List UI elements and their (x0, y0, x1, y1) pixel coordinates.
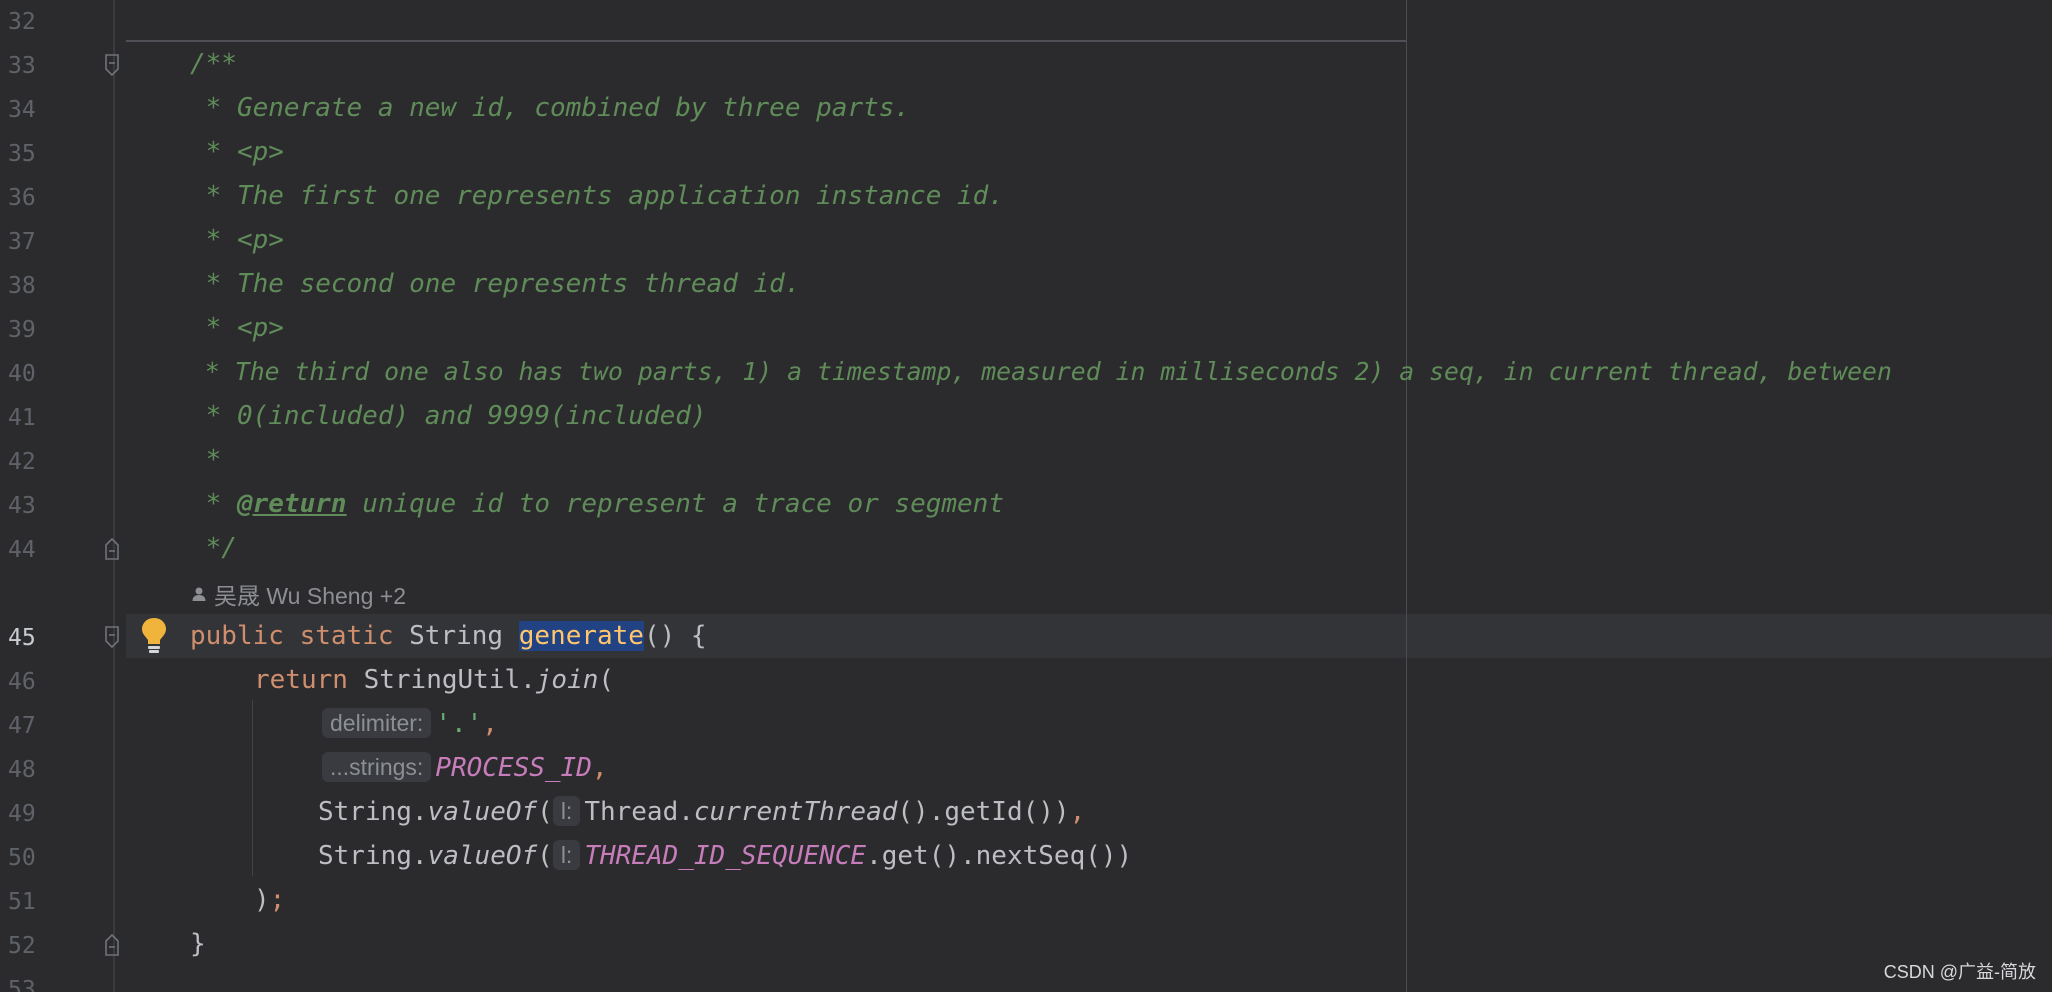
keyword: static (299, 621, 394, 651)
punctuation: ( (537, 797, 553, 827)
watermark: CSDN @广益-简放 (1883, 962, 2036, 982)
code-line: * The second one represents thread id. (190, 269, 801, 299)
code-line: * <p> (190, 313, 284, 343)
line-number: 48 (8, 757, 36, 783)
author-inlay-hint[interactable]: 吴晟 Wu Sheng +2 (192, 578, 406, 610)
line-number: 44 (8, 537, 36, 563)
class-name: String. (318, 797, 428, 827)
fold-marker-icon[interactable] (104, 54, 120, 76)
class-name: Thread. (584, 797, 694, 827)
punctuation: ().getId()) (897, 797, 1070, 827)
code-line: delimiter: '.', (322, 708, 498, 740)
type-name: String (409, 621, 504, 651)
line-number: 41 (8, 405, 36, 431)
method-call: valueOf (427, 797, 538, 827)
code-editor[interactable]: 32 33 34 35 36 37 38 39 40 41 42 43 44 4… (0, 0, 2052, 992)
line-number: 53 (8, 977, 36, 992)
author-name: 吴晟 Wu Sheng +2 (214, 583, 406, 609)
method-call: join (535, 665, 599, 695)
punctuation: ; (269, 885, 286, 915)
line-number: 39 (8, 317, 36, 343)
method-call: currentThread (693, 797, 898, 827)
line-number: 50 (8, 845, 36, 871)
keyword: public (190, 621, 284, 651)
code-line: return StringUtil.join( (254, 664, 614, 696)
char-literal: '.' (435, 709, 483, 739)
line-number: 51 (8, 889, 36, 915)
right-margin-guide (1406, 0, 1407, 992)
person-icon (192, 587, 206, 601)
line-number: 38 (8, 273, 36, 299)
doc-text: unique id to represent a trace or segmen… (346, 489, 1004, 519)
punctuation: , (591, 753, 608, 783)
parameter-hint: delimiter: (322, 708, 432, 738)
doc-return-tag: @return (236, 489, 347, 519)
code-line: * <p> (190, 137, 284, 167)
separator-line (126, 40, 1406, 42)
code-line: * The first one represents application i… (190, 181, 1004, 211)
line-number: 40 (8, 361, 36, 387)
line-number: 36 (8, 185, 36, 211)
class-name: String. (318, 841, 428, 871)
parameter-hint: l: (552, 840, 581, 870)
keyword: return (254, 665, 348, 695)
code-line: ); (254, 884, 285, 916)
gutter-separator (113, 0, 115, 992)
line-number: 33 (8, 53, 36, 79)
indent-guide (252, 700, 253, 876)
code-line: * <p> (190, 225, 284, 255)
punctuation: .get().nextSeq()) (866, 841, 1133, 871)
code-line-current: public static String generate() { (190, 620, 707, 652)
fold-marker-icon[interactable] (104, 626, 120, 648)
code-line: * Generate a new id, combined by three p… (190, 93, 911, 123)
line-number: 49 (8, 801, 36, 827)
line-number: 35 (8, 141, 36, 167)
line-number: 37 (8, 229, 36, 255)
constant: PROCESS_ID (435, 753, 592, 783)
line-number: 32 (8, 9, 36, 35)
line-number: 46 (8, 669, 36, 695)
punctuation: ( (598, 665, 615, 695)
punctuation: , (1069, 797, 1086, 827)
fold-marker-icon[interactable] (104, 934, 120, 956)
code-line: } (190, 929, 206, 959)
line-number-current: 45 (8, 625, 36, 651)
line-number: 52 (8, 933, 36, 959)
class-name: StringUtil. (363, 665, 536, 695)
lightbulb-icon[interactable] (140, 616, 168, 654)
constant: THREAD_ID_SEQUENCE (584, 841, 867, 871)
code-line: String.valueOf(l: THREAD_ID_SEQUENCE.get(… (318, 840, 1132, 872)
punctuation: () { (643, 621, 707, 651)
line-number: 43 (8, 493, 36, 519)
code-line: * The third one also has two parts, 1) a… (190, 357, 1892, 386)
line-number: 34 (8, 97, 36, 123)
punctuation: ( (537, 841, 553, 871)
parameter-hint: ...strings: (322, 752, 432, 782)
code-line: /** (190, 49, 237, 79)
code-line: */ (190, 533, 237, 563)
punctuation: ) (254, 885, 270, 915)
code-line: * @return unique id to represent a trace… (190, 488, 1004, 520)
method-call: valueOf (427, 841, 538, 871)
code-line: String.valueOf(l: Thread.currentThread().… (318, 796, 1085, 828)
line-number: 42 (8, 449, 36, 475)
code-line: * (190, 445, 222, 475)
doc-text: * (190, 489, 237, 519)
parameter-hint: l: (552, 796, 581, 826)
line-number: 47 (8, 713, 36, 739)
fold-marker-icon[interactable] (104, 538, 120, 560)
method-name-selected[interactable]: generate (518, 621, 644, 651)
punctuation: , (482, 709, 498, 739)
code-line: * 0(included) and 9999(included) (190, 401, 707, 431)
code-line: ...strings: PROCESS_ID, (322, 752, 608, 784)
